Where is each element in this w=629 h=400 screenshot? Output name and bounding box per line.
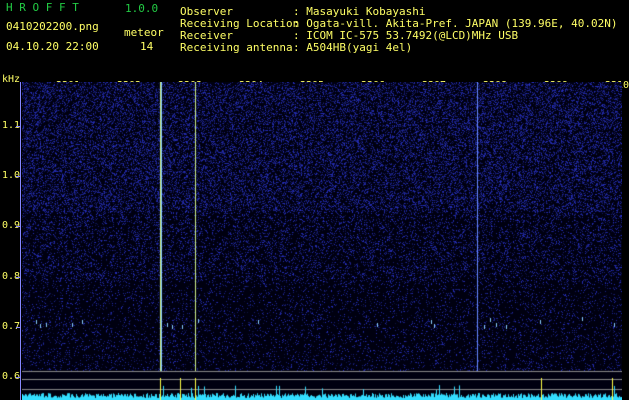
antenna-value: : A504HB(yagi 4el): [293, 41, 413, 54]
frequency-axis: [20, 82, 21, 400]
unit-label: kHz: [2, 74, 21, 85]
meteor-count: 14: [140, 40, 154, 53]
datetime: 04.10.20 22:00: [6, 40, 99, 53]
spectrogram: [22, 82, 622, 400]
meteor-label: meteor: [124, 26, 164, 39]
app-title: H R O F F T: [6, 1, 79, 14]
app-version: 1.0.0: [125, 2, 159, 15]
antenna-label: Receiving antenna: [180, 41, 293, 54]
filename: 0410202200.png: [6, 20, 99, 33]
